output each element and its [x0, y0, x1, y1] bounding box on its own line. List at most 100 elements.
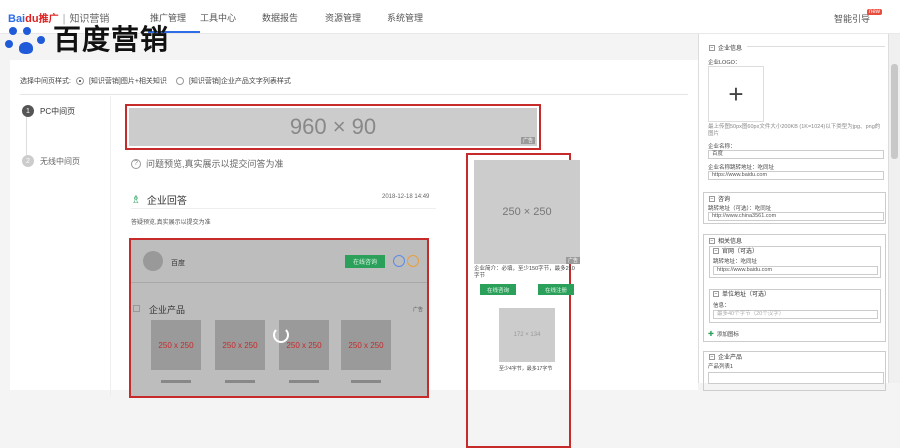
company-name-input[interactable]: 百度 [708, 150, 884, 159]
company-site-label: 企业名称跳转地址：吃同址 [708, 165, 775, 171]
section-products[interactable]: − 企业产品 [709, 352, 742, 361]
brand-dots-icon [5, 22, 53, 54]
nav-data-report[interactable]: 数据报告 [262, 11, 298, 24]
section-title: 企业产品 [718, 355, 743, 361]
radio-image-knowledge[interactable] [75, 77, 84, 85]
collapse-icon[interactable]: − [709, 44, 715, 51]
subsection-unit[interactable]: − 单位地址（可选） [713, 289, 770, 298]
side-ad-slot[interactable]: 250 × 250 广告 企业简介：必填，至少150字节，最多210字节 在线咨… [466, 153, 580, 448]
products-ad-tag: 广告 [412, 307, 423, 313]
official-url-input[interactable]: https://www.baidu.com [713, 266, 878, 275]
nav-system-management[interactable]: 系统管理 [387, 11, 423, 24]
side-image-placeholder: 250 × 250 广告 [474, 160, 580, 264]
info-label: 信息： [713, 303, 730, 309]
settings-panel: − 企业信息 企业LOGO： + 最上传图50px图60px文件大小200KB … [698, 34, 888, 391]
info-input[interactable]: 最多40个字节（20个汉字） [713, 310, 878, 319]
smart-guide-link[interactable]: 智能引导 [834, 12, 870, 25]
question-icon: ? [131, 158, 141, 169]
collapse-icon[interactable]: − [709, 353, 715, 360]
option-image-knowledge-label[interactable]: [知识营销]图片+相关知识 [89, 76, 167, 86]
products-checkbox[interactable] [133, 305, 140, 312]
side-company-intro: 企业简介：必填，至少150字节，最多210字节 [474, 266, 575, 280]
step-number: 1 [22, 105, 34, 117]
section-title: 相关信息 [718, 239, 743, 245]
side-register-button[interactable]: 在线注册 [538, 284, 574, 295]
upload-hint: 最上传图50px图60px文件大小200KB (1K=1024)以下类型为jpg… [708, 124, 881, 138]
style-divider [20, 94, 688, 95]
collapse-icon[interactable]: − [709, 237, 715, 244]
jump-label: 跳转地址（可选）：吃同址 [708, 206, 772, 212]
collapse-icon[interactable]: − [709, 195, 715, 202]
company-avatar [143, 251, 163, 271]
online-consult-button[interactable]: 在线咨询 [345, 255, 385, 268]
brand-text: 百度营销 [53, 23, 170, 56]
plus-icon: + [728, 78, 744, 109]
add-plus-icon: ✚ [708, 331, 714, 338]
section-title: 企业信息 [718, 46, 743, 52]
main-content-area: 选择中间页样式: [知识营销]图片+相关知识 [知识营销]企业产品文字列表样式 … [10, 60, 698, 448]
product-list-label: 产品列表1 [708, 364, 734, 370]
section-consult[interactable]: − 咨询 [709, 194, 730, 203]
radio-product-text-list[interactable] [175, 77, 184, 85]
side-image-size: 250 × 250 [502, 206, 552, 218]
style-selector-label: 选择中间页样式: [20, 78, 71, 85]
steps-connector [26, 115, 27, 155]
company-products-label: 企业产品 [149, 305, 186, 315]
banner-size-text: 960 × 90 [289, 114, 377, 139]
scrollbar-thumb[interactable] [891, 64, 898, 159]
preview-tip-text: 问题预览,真实展示以提交问答为准 [146, 159, 284, 169]
side-ad-tag: 广告 [565, 257, 580, 264]
section-title: 咨询 [718, 197, 731, 203]
nav-tool-center[interactable]: 工具中心 [200, 11, 236, 24]
add-icon-link[interactable]: ✚ 添加图标 [708, 330, 739, 338]
company-answer-header: ♗ 企业回答 [131, 192, 187, 207]
company-name-label: 企业名称： [708, 144, 736, 150]
option-product-text-list-label[interactable]: [知识营销]企业产品文字列表样式 [189, 76, 291, 86]
banner-placeholder: 960 × 90 广告 [129, 108, 537, 146]
product-list-box[interactable] [708, 372, 884, 384]
panel-scrollbar[interactable] [888, 34, 900, 383]
banner-ad-slot[interactable]: 960 × 90 广告 [125, 104, 541, 150]
ad-tag: 广告 [520, 137, 535, 144]
preview-tip: ? 问题预览,真实展示以提交问答为准 [131, 157, 284, 170]
loading-spinner-icon [273, 327, 289, 343]
card-divider [131, 282, 427, 283]
company-answer-title: 企业回答 [146, 196, 187, 207]
jump-url-input[interactable]: http://www.china3561.com [708, 212, 884, 221]
answer-desc: 答疑预览,真实展示以提交为准 [131, 220, 211, 226]
official-label: 跳转地址：吃同址 [713, 259, 758, 265]
step-pc-page[interactable]: 1 PC中间页 [22, 105, 75, 117]
add-icon-label: 添加图标 [716, 332, 739, 338]
collapse-icon[interactable]: − [713, 247, 719, 254]
clock-icon[interactable] [407, 255, 419, 267]
baidu-marketing-brand: 百度营销 [5, 22, 169, 56]
product-tile[interactable]: 250 x 250 [215, 320, 265, 370]
logo-label: 企业LOGO： [708, 60, 741, 66]
product-tile[interactable]: 250 x 250 [341, 320, 391, 370]
subsection-official[interactable]: − 官网（可选） [713, 246, 758, 255]
new-badge: new [866, 9, 882, 15]
subsection-title: 官网（可选） [722, 249, 759, 255]
step-number: 2 [22, 155, 34, 167]
company-card-ad-slot[interactable]: 百度 在线咨询 企业产品 广告 250 x 250 250 x 250 250 … [129, 238, 429, 398]
section-related[interactable]: − 相关信息 [709, 236, 742, 245]
logo-upload-button[interactable]: + [708, 66, 764, 122]
product-tile[interactable]: 250 x 250 [151, 320, 201, 370]
step-label: PC中间页 [40, 106, 76, 116]
product-tile[interactable]: 250 x 250 [279, 320, 329, 370]
collapse-icon[interactable]: − [713, 290, 719, 297]
answer-date: 2018-12-18 14:49 [382, 194, 430, 200]
company-name: 百度 [171, 260, 185, 267]
step-label: 无线中间页 [40, 156, 80, 166]
answer-divider [131, 208, 436, 209]
section-line [747, 46, 885, 47]
side-consult-button[interactable]: 在线咨询 [480, 284, 516, 295]
step-mobile-page[interactable]: 2 无线中间页 [22, 155, 80, 167]
page-style-selector: 选择中间页样式: [知识营销]图片+相关知识 [知识营销]企业产品文字列表样式 [20, 76, 291, 86]
nav-resource-management[interactable]: 资源管理 [325, 11, 361, 24]
section-company-info[interactable]: − 企业信息 [709, 43, 742, 52]
compass-icon[interactable] [393, 255, 405, 267]
side-small-image: 172 × 134 [499, 308, 555, 362]
person-icon: ♗ [131, 194, 141, 206]
company-site-input[interactable]: https://www.baidu.com [708, 171, 884, 180]
